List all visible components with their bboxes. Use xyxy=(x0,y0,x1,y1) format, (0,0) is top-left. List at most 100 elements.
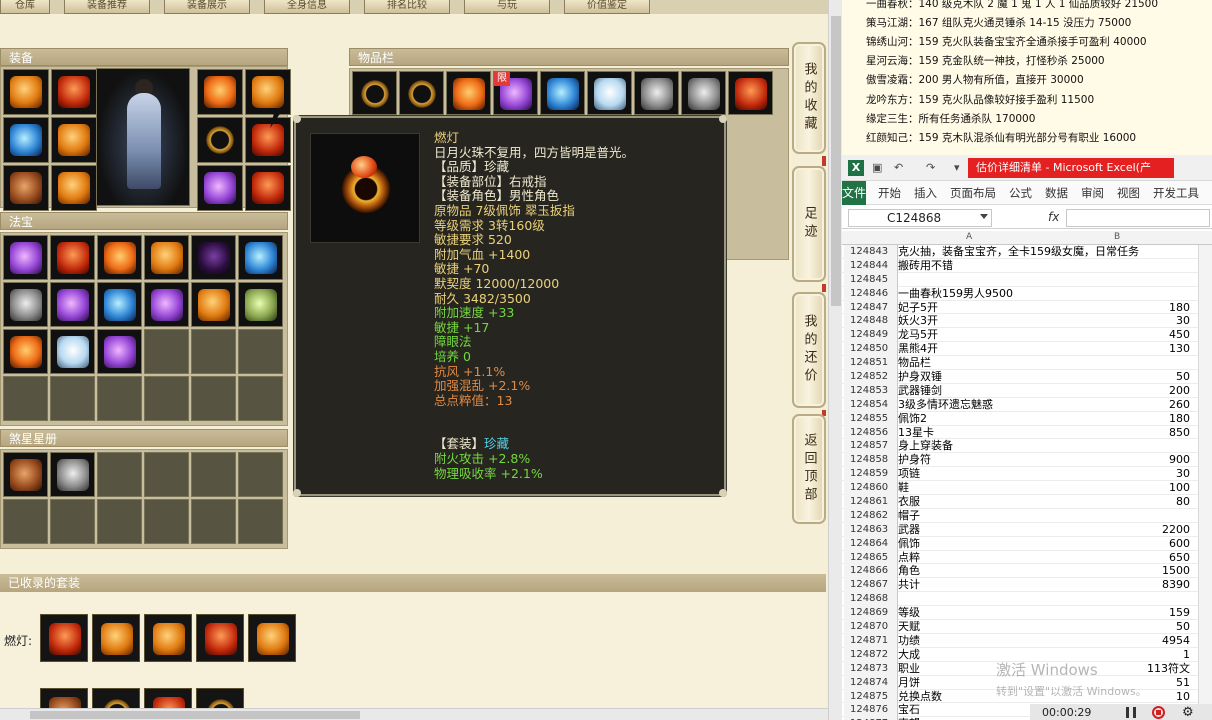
undo-icon[interactable]: ↶ xyxy=(894,161,903,174)
cell-b[interactable]: 159 xyxy=(1102,606,1190,619)
row-number[interactable]: 124876 xyxy=(844,703,898,718)
row-number[interactable]: 124846 xyxy=(844,286,898,301)
cell-a[interactable]: 佩饰2 xyxy=(898,412,927,425)
cell-a[interactable]: 鞋 xyxy=(898,481,909,494)
row-number[interactable]: 124875 xyxy=(844,689,898,704)
sheet-scrollbar[interactable] xyxy=(1198,245,1212,720)
row-number[interactable]: 124850 xyxy=(844,342,898,357)
row-number[interactable]: 124867 xyxy=(844,578,898,593)
ribbon-tab[interactable]: 审阅 xyxy=(1081,185,1104,201)
row-number[interactable]: 124843 xyxy=(844,245,898,259)
inventory-slot[interactable] xyxy=(634,71,679,115)
equip-slot[interactable] xyxy=(51,117,97,163)
row-number[interactable]: 124852 xyxy=(844,370,898,384)
inventory-slot[interactable] xyxy=(728,71,773,115)
treasure-slot[interactable] xyxy=(3,282,48,327)
back-to-top-button[interactable]: 返回顶部 xyxy=(792,414,826,524)
vertical-scrollbar[interactable] xyxy=(828,0,842,720)
nav-tab-5[interactable]: 排名比较 xyxy=(364,0,450,14)
row-number[interactable]: 124848 xyxy=(844,314,898,329)
row-number[interactable]: 124869 xyxy=(844,606,898,621)
inventory-slot[interactable] xyxy=(446,71,491,115)
cell-b[interactable]: 50 xyxy=(1102,620,1190,633)
nav-tab-3[interactable]: 装备展示 xyxy=(164,0,250,14)
treasure-slot[interactable] xyxy=(3,235,48,280)
cell-a[interactable]: 共计 xyxy=(898,578,920,591)
cell-b[interactable]: 130 xyxy=(1102,342,1190,355)
row-number[interactable]: 124856 xyxy=(844,425,898,440)
equip-slot[interactable] xyxy=(245,117,291,163)
cell-b[interactable]: 650 xyxy=(1102,551,1190,564)
row-number[interactable]: 124849 xyxy=(844,328,898,343)
row-number[interactable]: 124861 xyxy=(844,495,898,509)
cell-b[interactable]: 50 xyxy=(1102,370,1190,383)
column-a-header[interactable]: A xyxy=(966,232,972,242)
treasure-slot[interactable] xyxy=(191,235,236,280)
my-counteroffer-button[interactable]: 我的还价 xyxy=(792,292,826,408)
equip-slot[interactable] xyxy=(245,69,291,115)
cell-b[interactable]: 100 xyxy=(1102,481,1190,494)
treasure-slot[interactable] xyxy=(238,235,283,280)
cell-a[interactable]: 3级多情环遗忘魅惑 xyxy=(898,398,993,411)
ribbon-tab[interactable]: 开发工具 xyxy=(1153,185,1199,201)
ribbon-tab[interactable]: 页面布局 xyxy=(950,185,996,201)
cell-b[interactable]: 180 xyxy=(1102,301,1190,314)
row-number[interactable]: 124854 xyxy=(844,397,898,412)
inventory-slot[interactable] xyxy=(352,71,397,115)
row-number[interactable]: 124847 xyxy=(844,300,898,315)
gear-icon[interactable]: ⚙ xyxy=(1182,705,1194,720)
cell-a[interactable]: 妃子5开 xyxy=(898,301,938,314)
nav-tab-4[interactable]: 全身信息 xyxy=(264,0,350,14)
ribbon-tab[interactable]: 开始 xyxy=(878,185,901,201)
row-number[interactable]: 124858 xyxy=(844,453,898,468)
my-favorites-button[interactable]: 我的收藏 xyxy=(792,42,826,154)
pause-icon[interactable] xyxy=(1126,707,1136,718)
cell-b[interactable]: 260 xyxy=(1102,398,1190,411)
row-number[interactable]: 124874 xyxy=(844,675,898,690)
equip-slot[interactable] xyxy=(3,69,49,115)
cell-b[interactable]: 600 xyxy=(1102,537,1190,550)
nav-tab-2[interactable]: 装备推荐 xyxy=(64,0,150,14)
inventory-slot[interactable] xyxy=(681,71,726,115)
equip-slot[interactable] xyxy=(3,165,49,211)
cell-b[interactable]: 8390 xyxy=(1102,578,1190,591)
row-number[interactable]: 124865 xyxy=(844,550,898,565)
cell-a[interactable]: 克火抽，装备宝宝齐，全卡159级女魔，日常任务 xyxy=(898,245,1139,258)
horizontal-scrollbar[interactable] xyxy=(0,708,828,720)
cell-b[interactable]: 1500 xyxy=(1102,564,1190,577)
cell-b[interactable]: 450 xyxy=(1102,328,1190,341)
customize-icon[interactable]: ▾ xyxy=(954,161,960,174)
equip-slot[interactable] xyxy=(245,165,291,211)
cell-a[interactable]: 物品栏 xyxy=(898,356,931,369)
treasure-slot[interactable] xyxy=(97,235,142,280)
cell-a[interactable]: 一曲春秋159男人9500 xyxy=(898,287,1013,300)
cell-a[interactable]: 功绩 xyxy=(898,634,920,647)
cell-a[interactable]: 妖火3开 xyxy=(898,314,938,327)
row-number[interactable]: 124868 xyxy=(844,592,898,607)
equip-slot[interactable] xyxy=(51,165,97,211)
set-item[interactable] xyxy=(248,614,296,662)
row-number[interactable]: 124864 xyxy=(844,536,898,551)
equip-slot[interactable] xyxy=(197,69,243,115)
row-number[interactable]: 124873 xyxy=(844,661,898,676)
cell-b[interactable]: 30 xyxy=(1102,467,1190,480)
cell-a[interactable]: 项链 xyxy=(898,467,920,480)
ribbon-tab[interactable]: 公式 xyxy=(1009,185,1032,201)
row-number[interactable]: 124859 xyxy=(844,467,898,482)
cell-b[interactable]: 200 xyxy=(1102,384,1190,397)
row-number[interactable]: 124845 xyxy=(844,272,898,287)
treasure-slot[interactable] xyxy=(97,329,142,374)
cell-b[interactable]: 900 xyxy=(1102,453,1190,466)
row-number[interactable]: 124863 xyxy=(844,522,898,537)
footprint-button[interactable]: 足迹 xyxy=(792,166,826,282)
cell-a[interactable]: 护身双锤 xyxy=(898,370,942,383)
nav-tab-6[interactable]: 与玩 xyxy=(464,0,550,14)
treasure-slot[interactable] xyxy=(238,282,283,327)
inventory-slot[interactable] xyxy=(587,71,632,115)
cell-b[interactable]: 80 xyxy=(1102,495,1190,508)
row-number[interactable]: 124862 xyxy=(844,508,898,523)
set-item[interactable] xyxy=(196,614,244,662)
redo-icon[interactable]: ↷ xyxy=(926,161,935,174)
star-card-slot[interactable] xyxy=(50,452,95,497)
set-item[interactable] xyxy=(144,614,192,662)
